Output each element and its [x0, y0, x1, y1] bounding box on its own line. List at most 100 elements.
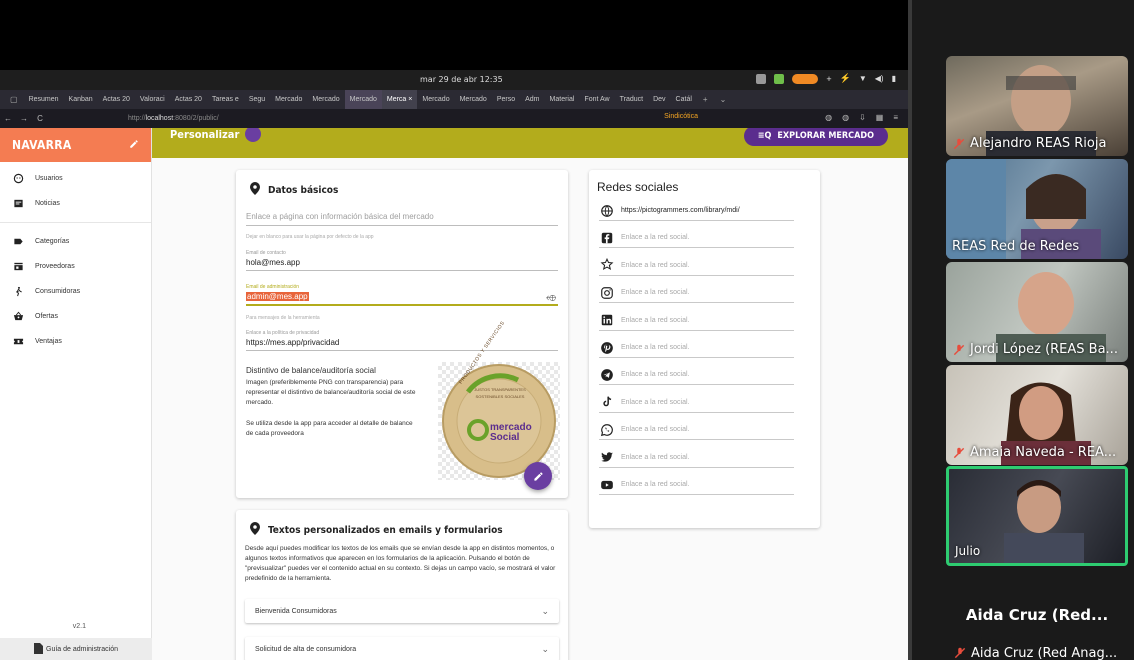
ticket-icon [12, 336, 24, 348]
sidebar-item-categorias[interactable]: Categorías [0, 229, 151, 254]
plus-icon[interactable]: + [826, 74, 831, 84]
social-networks-card: Redes sociales https://pictogrammers.com… [589, 170, 820, 528]
social-link-field[interactable]: Enlace a la red social. [599, 393, 794, 413]
social-link-field[interactable]: Enlace a la red social. [599, 448, 794, 468]
participant-tile[interactable]: Amaia Naveda - REA... [946, 365, 1128, 465]
contact-email-label: Email de contacto [246, 250, 286, 256]
admin-email-field[interactable]: Email de administración admin@mes.app ⬲ [246, 284, 558, 306]
social-link-field[interactable]: Enlace a la red social. [599, 420, 794, 441]
system-top-bar: mar 29 de abr 12:35 + ⚡ ▼ ◀) ▮ [0, 70, 908, 90]
network-icon[interactable]: ▼ [859, 74, 867, 83]
browser-tab[interactable]: Mercado [455, 90, 492, 109]
admin-guide-link[interactable]: Guía de administración [0, 638, 152, 660]
info-link-field[interactable]: Enlace a página con información básica d… [246, 212, 558, 226]
mic-off-icon [953, 344, 965, 355]
sidebar-item-usuarios[interactable]: Usuarios [0, 166, 151, 191]
grid-icon[interactable]: ▦ [876, 113, 884, 122]
browser-tab[interactable]: Kanban [64, 90, 98, 109]
screen-share-icon[interactable] [756, 73, 767, 84]
recording-indicator-icon[interactable] [792, 73, 819, 84]
new-tab-icon[interactable]: + [697, 95, 714, 104]
shield-icon[interactable]: ◍ [825, 113, 832, 122]
participant-name-row[interactable]: Aida Cruz (Red Anag... [953, 646, 1117, 660]
bolt-icon[interactable]: ⚡ [840, 73, 851, 84]
sidebar-divider [0, 222, 151, 223]
browser-tab[interactable]: Catál [671, 90, 697, 109]
edit-badge-button[interactable] [524, 462, 552, 490]
page-title-text: Personalizar [170, 128, 240, 141]
tab-overflow-icon[interactable]: ⌄ [714, 95, 733, 104]
url-path: :8080/2/public/ [173, 115, 219, 122]
browser-tab[interactable]: Actas 20 [98, 90, 135, 109]
social-link-placeholder: Enlace a la red social. [621, 371, 690, 379]
battery-icon[interactable]: ▮ [892, 74, 896, 83]
social-link-field[interactable]: Enlace a la red social. [599, 283, 794, 304]
password-manager-icon[interactable]: ⬲ [546, 293, 556, 304]
sidebar-item-label: Ventajas [35, 338, 62, 345]
panel-divider[interactable] [908, 0, 912, 660]
social-link-field[interactable]: Enlace a la red social. [599, 365, 794, 386]
url-prefix: http:// [128, 115, 146, 122]
tab-list-icon[interactable]: ▢ [4, 95, 24, 104]
social-link-field[interactable]: Enlace a la red social. [599, 475, 794, 495]
sidebar-item-consumidoras[interactable]: Consumidoras [0, 279, 151, 304]
browser-tab-active[interactable]: Merca × [381, 90, 418, 109]
download-icon[interactable]: ⇩ [859, 113, 866, 122]
participant-name-row: Julio [955, 544, 980, 558]
browser-tab[interactable]: Perso [492, 90, 520, 109]
explore-market-button[interactable]: ≡Q EXPLORAR MERCADO [743, 128, 888, 146]
social-link-field[interactable]: Enlace a la red social. [599, 338, 794, 358]
linkedin-icon [599, 312, 615, 328]
participant-tile[interactable]: REAS Red de Redes [946, 159, 1128, 259]
pencil-icon [533, 471, 543, 481]
system-status-area[interactable]: + ⚡ ▼ ◀) ▮ [756, 73, 896, 84]
back-icon[interactable]: ← [0, 114, 16, 123]
social-link-field[interactable]: Enlace a la red social. [599, 256, 794, 276]
browser-tab[interactable]: Dev [648, 90, 670, 109]
browser-tab[interactable]: Segu [244, 90, 270, 109]
browser-tab[interactable]: Adm [520, 90, 544, 109]
help-icon[interactable] [245, 128, 262, 142]
browser-tab[interactable]: Resumen [24, 90, 64, 109]
address-input[interactable]: http://localhost:8080/2/public/ [128, 115, 219, 122]
social-link-field[interactable]: https://pictogrammers.com/library/mdi/ [599, 201, 794, 221]
contact-email-field[interactable]: Email de contacto hola@mes.app [246, 250, 558, 271]
browser-tab[interactable]: Material [545, 90, 580, 109]
browser-tab[interactable]: Mercado [417, 90, 454, 109]
social-link-field[interactable]: Enlace a la red social. [599, 311, 794, 331]
browser-tab[interactable]: Mercado [270, 90, 307, 109]
edit-icon[interactable] [129, 138, 139, 152]
browser-tab[interactable]: Mercado [344, 90, 382, 109]
menu-icon[interactable]: ≡ [893, 113, 898, 122]
sidebar-item-proveedoras[interactable]: Proveedoras [0, 254, 151, 279]
participant-tile[interactable]: Jordi López (REAS Ba... [946, 262, 1128, 362]
sidebar-item-label: Categorías [35, 238, 70, 245]
browser-tab[interactable]: Valoraci [135, 90, 170, 109]
reload-icon[interactable]: C [32, 114, 48, 123]
browser-tab[interactable]: Tareas e [207, 90, 244, 109]
browser-tab[interactable]: Font Aw [579, 90, 614, 109]
participant-tile[interactable]: Alejandro REAS Rioja [946, 56, 1128, 156]
forward-icon[interactable]: → [16, 114, 32, 123]
volume-icon[interactable]: ◀) [875, 74, 884, 83]
face-icon [12, 173, 24, 185]
extension-icon[interactable]: ◍ [842, 113, 849, 122]
accordion-solicitud[interactable]: Solicitud de alta de consumidora ⌄ [245, 637, 559, 660]
privacy-link-field[interactable]: Enlace a la política de privacidad https… [246, 330, 558, 351]
tiktok-icon [599, 394, 615, 410]
browser-tab[interactable]: Actas 20 [170, 90, 207, 109]
participant-name-no-video[interactable]: Aida Cruz (Red... [946, 606, 1128, 624]
sync-label[interactable]: Sindicótica [664, 113, 698, 120]
sidebar-item-ventajas[interactable]: Ventajas [0, 329, 151, 354]
sidebar-item-ofertas[interactable]: Ofertas [0, 304, 151, 329]
social-link-placeholder: Enlace a la red social. [621, 398, 690, 406]
social-link-field[interactable]: Enlace a la red social. [599, 228, 794, 249]
participant-tile-speaking[interactable]: Julio [946, 466, 1128, 566]
accordion-bienvenida[interactable]: Bienvenida Consumidoras ⌄ [245, 599, 559, 623]
sidebar-item-noticias[interactable]: Noticias [0, 191, 151, 216]
browser-tab[interactable]: Traduct [615, 90, 648, 109]
document-icon [34, 643, 43, 656]
browser-tab[interactable]: Mercado [307, 90, 344, 109]
system-clock[interactable]: mar 29 de abr 12:35 [420, 75, 503, 84]
app-indicator-icon[interactable] [774, 73, 785, 84]
